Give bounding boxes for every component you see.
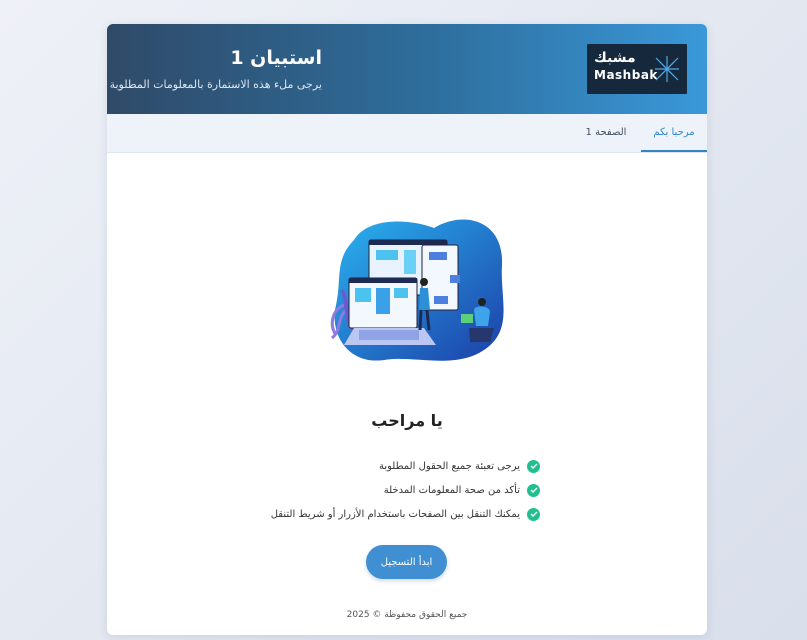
survey-card: مشبك Mashbak استبيان 1 يرجى ملء هذه الاس… xyxy=(107,24,707,635)
tab-page-1[interactable]: الصفحة 1 xyxy=(581,114,631,150)
instructions-list: يرجى تعبئة جميع الحقول المطلوبة تأكد من … xyxy=(271,454,540,526)
page-title: استبيان 1 xyxy=(230,47,322,69)
tab-welcome[interactable]: مرحبا بكم xyxy=(641,114,707,152)
list-item: يمكنك التنقل بين الصفحات باستخدام الأزرا… xyxy=(271,502,540,526)
start-registration-button[interactable]: ابدأ التسجيل xyxy=(366,545,447,579)
logo: مشبك Mashbak xyxy=(587,44,687,94)
header: مشبك Mashbak استبيان 1 يرجى ملء هذه الاس… xyxy=(107,24,707,114)
check-icon xyxy=(527,459,540,473)
list-item-text: يمكنك التنقل بين الصفحات باستخدام الأزرا… xyxy=(270,508,520,520)
check-icon xyxy=(527,507,540,521)
check-icon xyxy=(527,483,540,497)
tab-bar: مرحبا بكم الصفحة 1 xyxy=(107,114,707,153)
footer-copyright: جميع الحقوق محفوظة © 2025 xyxy=(346,610,468,620)
logo-english: Mashbak xyxy=(594,68,658,82)
list-item: تأكد من صحة المعلومات المدخلة xyxy=(271,478,540,502)
logo-arabic: مشبك xyxy=(594,50,636,66)
list-item: يرجى تعبئة جميع الحقول المطلوبة xyxy=(271,454,540,478)
logo-mesh-icon xyxy=(655,56,679,82)
welcome-heading: يا مراحب xyxy=(371,411,443,430)
page-subtitle: يرجى ملء هذه الاستمارة بالمعلومات المطلو… xyxy=(109,78,322,91)
list-item-text: يرجى تعبئة جميع الحقول المطلوبة xyxy=(378,460,520,472)
developer-illustration xyxy=(330,219,504,361)
list-item-text: تأكد من صحة المعلومات المدخلة xyxy=(383,484,520,496)
